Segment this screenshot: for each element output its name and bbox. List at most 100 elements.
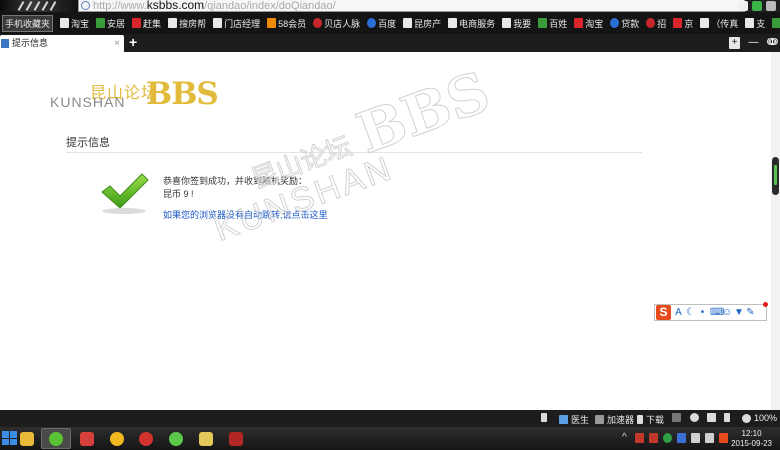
baixing-icon — [538, 18, 548, 28]
system-tray: ^ — [622, 433, 728, 443]
ime-tray-icon[interactable] — [719, 433, 728, 443]
tray-app-icon[interactable] — [691, 433, 700, 443]
folder-icon[interactable] — [191, 428, 221, 449]
tray-app-icon[interactable] — [649, 433, 658, 443]
bookmark-item[interactable]: 昆房产 — [403, 17, 441, 30]
bookmark-item[interactable]: 门店经理 — [213, 17, 260, 30]
site-logo[interactable]: 昆山论坛 KUNSHAN BBS — [48, 74, 228, 114]
phone-icon[interactable] — [541, 413, 547, 422]
baidu-icon — [367, 18, 377, 28]
vertical-scrollbar[interactable] — [771, 52, 780, 410]
restore-icon[interactable]: ↈ — [767, 37, 778, 49]
bookmark-item[interactable]: 安居 — [96, 17, 125, 30]
bookmark-item[interactable]: 京 — [673, 17, 693, 30]
user-icon[interactable]: ☺ — [722, 307, 732, 318]
taskbar: ^ 12:10 2015-09-23 — [0, 427, 780, 450]
dropdown-icon[interactable] — [766, 1, 776, 11]
bookmark-item[interactable]: 搜房帮 — [168, 17, 206, 30]
bookmark-item[interactable]: 58会员 — [267, 17, 306, 30]
page-icon — [60, 18, 70, 28]
zoom-icon — [742, 413, 751, 423]
page-content: 昆山论坛 KUNSHAN BBS 提示信息 恭喜你签到成功，并收到随机奖励： 昆… — [0, 52, 771, 410]
shirt-icon[interactable]: ▼ — [734, 307, 744, 318]
accelerator-button[interactable]: 加速器 — [595, 413, 634, 426]
clock[interactable]: 12:10 2015-09-23 — [731, 429, 772, 449]
address-bar[interactable]: http://www.ksbbs.com/qiandao/index/doQia… — [78, 0, 745, 12]
lock-icon[interactable] — [672, 413, 681, 422]
bookmark-item[interactable]: 招 — [646, 17, 666, 30]
lightning-icon[interactable] — [752, 1, 762, 11]
bookmark-item[interactable]: （传真 — [700, 17, 738, 30]
bookmark-item[interactable]: 我要 — [502, 17, 531, 30]
url-path: /qiandao/index/doQiandao/ — [204, 0, 336, 12]
bookmark-item[interactable]: 赶集 — [132, 17, 161, 30]
wechat-icon[interactable] — [161, 428, 191, 449]
tray-app-icon[interactable] — [635, 433, 644, 443]
ime-mode[interactable]: A — [674, 307, 683, 318]
explorer-icon[interactable] — [12, 428, 42, 449]
window-icon[interactable] — [707, 413, 716, 422]
moon-icon[interactable]: ☾ — [686, 307, 695, 318]
tray-app-icon[interactable] — [677, 433, 686, 443]
chevron-up-icon[interactable]: ^ — [622, 433, 630, 443]
bookmark-item[interactable]: 电商服务 — [448, 17, 495, 30]
palette-icon[interactable] — [72, 428, 102, 449]
post-icon — [772, 18, 780, 28]
bookmark-item[interactable]: 手机收藏夹 — [2, 14, 54, 32]
tray-app-icon[interactable] — [663, 433, 672, 443]
top-right-icons — [734, 0, 780, 12]
bookmark-item[interactable]: 百姓 — [538, 17, 567, 30]
clock-date: 2015-09-23 — [731, 439, 772, 448]
tab-title: 提示信息 — [12, 38, 49, 48]
url-prefix: http://www. — [93, 0, 147, 12]
close-tab-icon[interactable]: × — [114, 35, 120, 52]
browser-360-icon[interactable] — [41, 428, 71, 449]
download-button[interactable]: 下载 — [637, 413, 664, 426]
scrollbar-thumb[interactable] — [772, 157, 779, 195]
logo-en-text: KUNSHAN — [50, 94, 126, 110]
watermark-bbs-text: BBS — [348, 58, 499, 167]
globe-icon — [81, 1, 90, 10]
page-icon — [700, 18, 710, 28]
bookmark-item[interactable]: 贝店人脉 — [313, 17, 360, 30]
minimize-icon[interactable]: — — [748, 37, 759, 49]
doctor-button[interactable]: 医生 — [559, 413, 589, 426]
keyboard-icon[interactable]: ⌨ — [710, 307, 724, 318]
page-favicon-icon — [1, 39, 9, 48]
success-check-icon — [101, 173, 149, 214]
punct-icon[interactable]: • — [698, 307, 707, 318]
qq-browser-icon[interactable] — [102, 428, 132, 449]
tray-app-icon[interactable] — [705, 433, 714, 443]
tile-windows-icon[interactable]: + — [729, 37, 740, 49]
refresh-icon[interactable] — [690, 413, 699, 422]
status-bar: 医生 加速器 下载 100% — [0, 410, 780, 427]
bookmark-item[interactable]: 淘宝 — [60, 17, 89, 30]
redirect-link[interactable]: 如果您的浏览器没有自动跳转,请点击这里 — [163, 208, 328, 221]
sogou-logo-icon[interactable]: S — [656, 305, 671, 320]
sound-icon[interactable] — [724, 413, 730, 422]
bookmark-item[interactable]: 淘宝 — [574, 17, 603, 30]
page-icon — [448, 18, 458, 28]
tab-active[interactable]: 提示信息 × — [0, 35, 124, 52]
logo-bbs-text: BBS — [146, 76, 219, 112]
page-icon — [168, 18, 178, 28]
doctor-icon — [559, 415, 568, 424]
notification-dot — [763, 302, 768, 307]
book-icon[interactable] — [221, 428, 251, 449]
bookmark-item[interactable]: 邮政 — [772, 17, 780, 30]
rocket-icon — [595, 415, 604, 424]
bookmark-item[interactable]: 百度 — [367, 17, 396, 30]
ime-toolbar[interactable]: S A ☾ • ⌨ ☺ ▼ ✎ — [654, 302, 768, 321]
bookmark-item[interactable]: 支 — [745, 17, 765, 30]
58-icon — [267, 18, 277, 28]
shield-icon[interactable] — [738, 1, 748, 11]
title-bar: http://www.ksbbs.com/qiandao/index/doQia… — [0, 0, 780, 12]
clock-time: 12:10 — [741, 429, 762, 438]
notice-title: 提示信息 — [66, 137, 110, 149]
bookmark-item[interactable]: 贷款 — [610, 17, 639, 30]
qq-icon[interactable] — [131, 428, 161, 449]
zoom-control[interactable]: 100% — [742, 413, 777, 423]
anju-icon — [96, 18, 106, 28]
new-tab-button[interactable]: + — [129, 34, 137, 51]
wrench-icon[interactable]: ✎ — [746, 307, 755, 318]
